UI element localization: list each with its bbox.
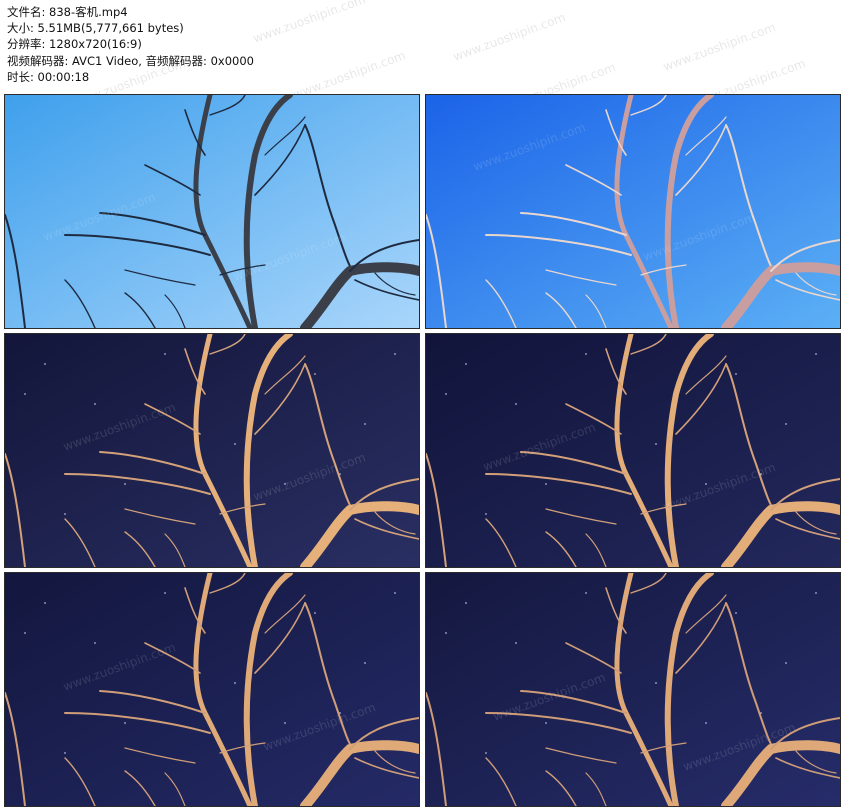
filename-line: 文件名: 838-客机.mp4 — [7, 5, 128, 19]
star — [705, 483, 707, 485]
star — [44, 363, 46, 365]
star — [485, 513, 487, 515]
thumbnail-frame-4[interactable] — [425, 333, 841, 568]
star — [94, 403, 96, 405]
star — [234, 443, 236, 445]
star — [24, 632, 26, 634]
star — [515, 403, 517, 405]
star — [735, 373, 737, 375]
star — [465, 363, 467, 365]
sky-background — [5, 573, 419, 806]
star — [394, 592, 396, 594]
star — [815, 592, 817, 594]
star — [364, 662, 366, 664]
star — [164, 592, 166, 594]
star — [64, 513, 66, 515]
star — [735, 612, 737, 614]
star — [445, 393, 447, 395]
star — [284, 722, 286, 724]
star — [124, 483, 126, 485]
thumbnail-grid — [4, 94, 844, 808]
thumbnail-frame-1[interactable] — [4, 94, 420, 329]
watermark-text: www.zuoshipin.com — [251, 0, 368, 46]
star — [164, 353, 166, 355]
watermark-text: www.zuoshipin.com — [661, 20, 778, 74]
star — [815, 353, 817, 355]
resolution-line: 分辨率: 1280x720(16:9) — [7, 37, 142, 52]
thumbnail-frame-5[interactable] — [4, 572, 420, 807]
star — [24, 393, 26, 395]
sky-background — [426, 95, 840, 328]
thumbnail-image — [426, 334, 840, 567]
star — [314, 373, 316, 375]
star — [655, 682, 657, 684]
star — [785, 662, 787, 664]
star — [64, 752, 66, 754]
star — [284, 483, 286, 485]
thumbnail-frame-6[interactable] — [425, 572, 841, 807]
thumbnail-frame-3[interactable] — [4, 333, 420, 568]
star — [94, 642, 96, 644]
star — [394, 353, 396, 355]
star — [655, 443, 657, 445]
sky-background — [426, 573, 840, 806]
star — [124, 722, 126, 724]
thumbnail-frame-2[interactable] — [425, 94, 841, 329]
sky-background — [5, 95, 419, 328]
thumbnail-image — [426, 95, 840, 328]
star — [234, 682, 236, 684]
star — [545, 722, 547, 724]
codec-line: 视频解码器: AVC1 Video, 音频解码器: 0x0000 — [7, 53, 254, 68]
thumbnail-image — [5, 334, 419, 567]
star — [485, 752, 487, 754]
thumbnail-image — [5, 573, 419, 806]
star — [314, 612, 316, 614]
star — [705, 722, 707, 724]
file-size-line: 大小: 5.51MB(5,777,661 bytes) — [7, 21, 184, 36]
star — [585, 592, 587, 594]
duration-line: 时长: 00:00:18 — [7, 69, 90, 84]
watermark-text: www.zuoshipin.com — [451, 10, 568, 64]
thumbnail-image — [5, 95, 419, 328]
star — [785, 423, 787, 425]
star — [545, 483, 547, 485]
star — [515, 642, 517, 644]
star — [364, 423, 366, 425]
star — [465, 602, 467, 604]
file-info-panel: 文件名: 838-客机.mp4 大小: 5.51MB(5,777,661 byt… — [7, 4, 254, 85]
star — [585, 353, 587, 355]
thumbnail-image — [426, 573, 840, 806]
sky-background — [5, 334, 419, 567]
sky-background — [426, 334, 840, 567]
star — [44, 602, 46, 604]
star — [445, 632, 447, 634]
